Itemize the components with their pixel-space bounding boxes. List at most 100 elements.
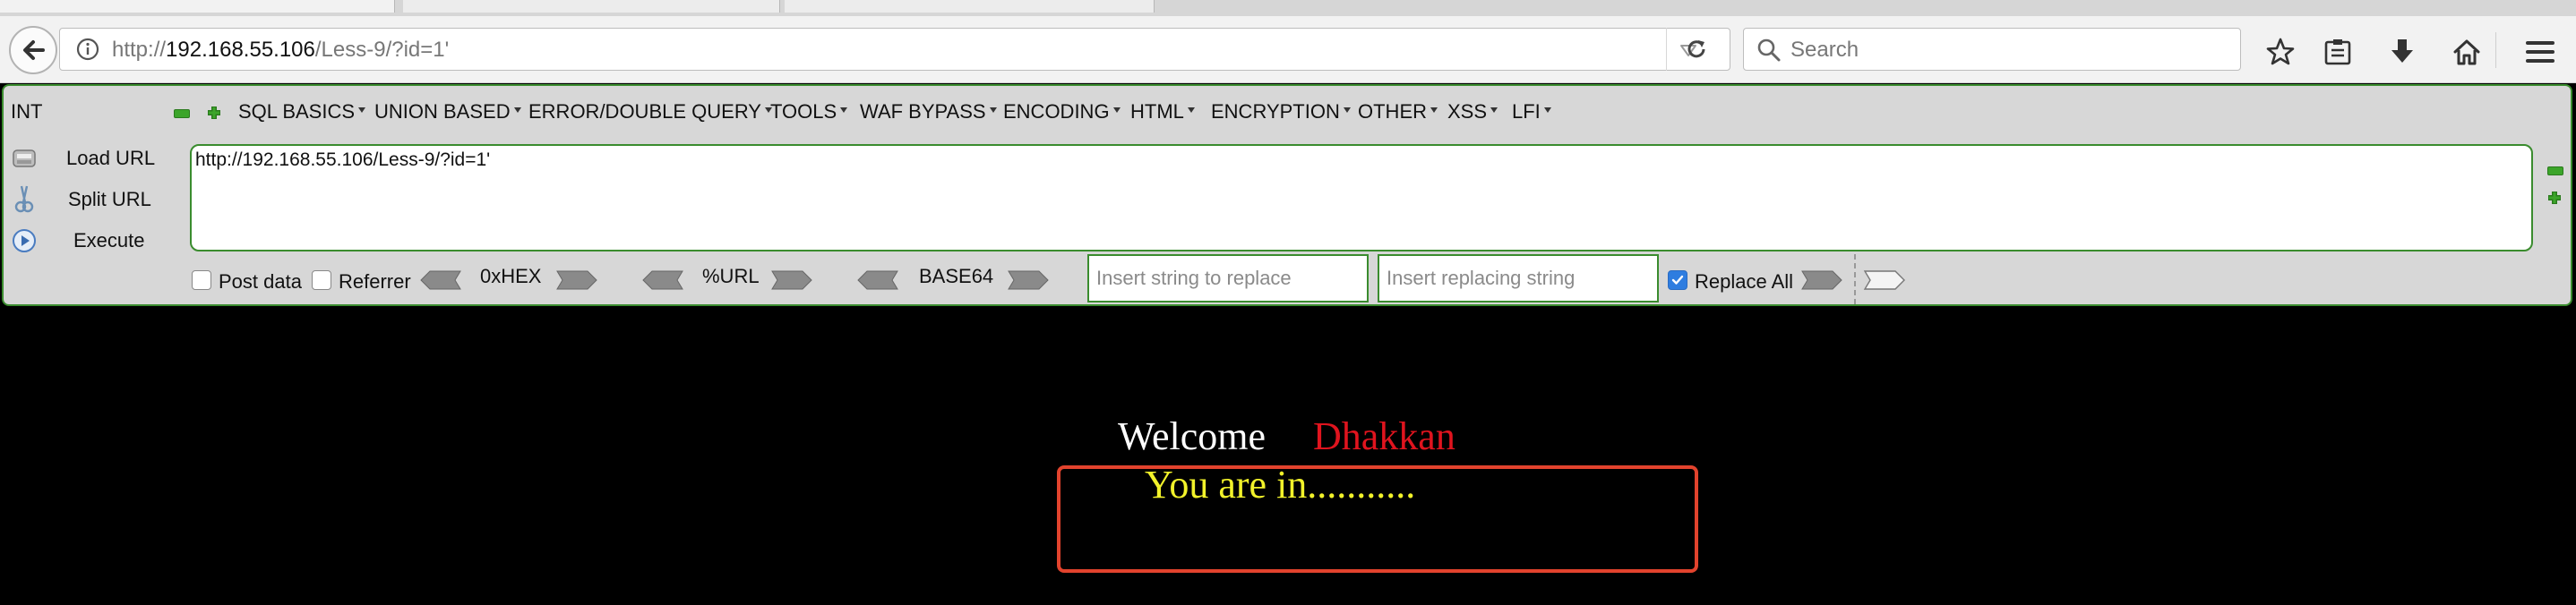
menu-lfi[interactable]: LFI [1512, 100, 1551, 124]
hex-label: 0xHEX [480, 265, 542, 287]
menu-label: ENCODING [1003, 100, 1110, 123]
menu-label: SQL BASICS [238, 100, 356, 123]
tab-strip [0, 0, 2576, 16]
downloads-button[interactable] [2384, 34, 2420, 70]
tab-active[interactable] [0, 0, 395, 13]
menu-error-double-query[interactable]: ERROR/DOUBLE QUERY [528, 100, 772, 124]
base64-decode-arrow-icon[interactable] [856, 268, 899, 292]
post-data-checkbox[interactable] [192, 270, 211, 290]
hackbar-options-row: Post data Referrer 0xHEX %URL BASE64 Ins… [4, 254, 2571, 304]
expand-icon[interactable] [2546, 190, 2563, 206]
star-icon [2266, 38, 2295, 65]
hex-decode-arrow-icon[interactable] [419, 268, 462, 292]
tab-3[interactable] [785, 0, 1155, 13]
base64-label: BASE64 [919, 265, 994, 287]
url-encode-arrow-icon[interactable] [770, 268, 813, 292]
menu-waf-bypass[interactable]: WAF BYPASS [860, 100, 997, 124]
url-text[interactable]: http://192.168.55.106/Less-9/?id=1' [112, 38, 449, 63]
home-button[interactable] [2449, 34, 2485, 70]
menu-label: XSS [1447, 100, 1488, 123]
url-path: /Less-9/?id=1' [314, 38, 450, 62]
back-arrow-icon [23, 40, 45, 60]
hex-encode-arrow-icon[interactable] [555, 268, 598, 292]
decrement-icon[interactable] [174, 109, 190, 118]
search-icon [1757, 38, 1781, 62]
replacing-string-input[interactable] [1378, 254, 1659, 302]
hackbar-panel: INT SQL BASICS UNION BASED ERROR/DOUBLE … [2, 84, 2572, 306]
reload-button[interactable] [1666, 28, 1726, 71]
menu-label: OTHER [1358, 100, 1427, 123]
split-url-button[interactable]: Split URL [11, 184, 151, 215]
toolbar-separator [2495, 32, 2496, 68]
clipboard-icon [2324, 39, 2351, 65]
menu-tools[interactable]: TOOLS [770, 100, 848, 124]
dropdown-caret-icon [358, 107, 366, 113]
replace-all-checkbox[interactable] [1668, 270, 1687, 290]
dropdown-caret-icon [513, 107, 521, 113]
download-arrow-icon [2391, 39, 2413, 63]
info-icon[interactable] [76, 38, 99, 61]
page-content: Welcome Dhakkan You are in........... [0, 308, 2576, 605]
replace-forward-arrow-icon[interactable] [1863, 268, 1906, 292]
mode-label[interactable]: INT [11, 100, 42, 124]
dropdown-caret-icon [1187, 107, 1195, 113]
dropdown-caret-icon [1430, 107, 1438, 113]
referrer-checkbox[interactable] [312, 270, 331, 290]
post-data-label[interactable]: Post data [219, 270, 302, 294]
split-url-label: Split URL [68, 188, 151, 210]
dropdown-caret-icon [989, 107, 997, 113]
menu-encryption[interactable]: ENCRYPTION [1211, 100, 1351, 124]
increment-icon[interactable] [206, 105, 222, 121]
search-bar[interactable] [1743, 28, 2241, 71]
menu-label: TOOLS [770, 100, 837, 123]
menu-label: UNION BASED [374, 100, 511, 123]
reload-icon [1687, 40, 1705, 58]
base64-encode-arrow-icon[interactable] [1007, 268, 1050, 292]
scissors-icon [14, 185, 34, 213]
hamburger-menu-icon [2526, 41, 2555, 63]
welcome-text: Welcome [1118, 414, 1267, 458]
menu-label: WAF BYPASS [860, 100, 986, 123]
back-button[interactable] [9, 26, 57, 74]
dropdown-caret-icon [1343, 107, 1351, 113]
url-decode-arrow-icon[interactable] [641, 268, 684, 292]
hackbar-menu: INT SQL BASICS UNION BASED ERROR/DOUBLE … [4, 98, 2571, 204]
replace-all-label[interactable]: Replace All [1695, 270, 1793, 294]
address-bar[interactable]: http://192.168.55.106/Less-9/?id=1' [59, 28, 1730, 71]
dropdown-caret-icon [840, 107, 848, 113]
url-encode-label: %URL [702, 265, 760, 287]
menu-union-based[interactable]: UNION BASED [374, 100, 521, 124]
load-url-label: Load URL [66, 147, 156, 169]
search-input[interactable] [1789, 34, 2222, 66]
menu-label: ENCRYPTION [1211, 100, 1340, 123]
replace-string-input[interactable] [1087, 254, 1369, 302]
play-icon [13, 229, 36, 252]
bookmark-star-button[interactable] [2263, 34, 2298, 70]
execute-button[interactable]: Execute [11, 226, 145, 256]
tab-2[interactable] [403, 0, 780, 13]
load-url-icon [13, 149, 36, 167]
url-host: 192.168.55.106 [166, 38, 315, 62]
username-text: Dhakkan [1313, 414, 1455, 458]
replace-arrow-icon[interactable] [1800, 268, 1843, 292]
highlight-annotation-box [1057, 465, 1698, 573]
menu-label: LFI [1512, 100, 1541, 123]
url-scheme: http:// [112, 38, 167, 62]
menu-sql-basics[interactable]: SQL BASICS [238, 100, 366, 124]
load-url-button[interactable]: Load URL [11, 143, 155, 174]
collapse-icon[interactable] [2547, 166, 2563, 175]
menu-label: ERROR/DOUBLE QUERY [528, 100, 761, 123]
dropdown-caret-icon [1112, 107, 1121, 113]
dropdown-caret-icon [1543, 107, 1551, 113]
menu-xss[interactable]: XSS [1447, 100, 1498, 124]
home-icon [2453, 39, 2480, 65]
menu-button[interactable] [2522, 34, 2558, 70]
menu-other[interactable]: OTHER [1358, 100, 1438, 124]
execute-label: Execute [73, 229, 145, 251]
menu-html[interactable]: HTML [1130, 100, 1195, 124]
menu-encoding[interactable]: ENCODING [1003, 100, 1121, 124]
hackbar-url-textarea[interactable]: http://192.168.55.106/Less-9/?id=1' [190, 144, 2533, 251]
reading-list-button[interactable] [2320, 34, 2356, 70]
menu-label: HTML [1130, 100, 1184, 123]
referrer-label[interactable]: Referrer [339, 270, 411, 294]
